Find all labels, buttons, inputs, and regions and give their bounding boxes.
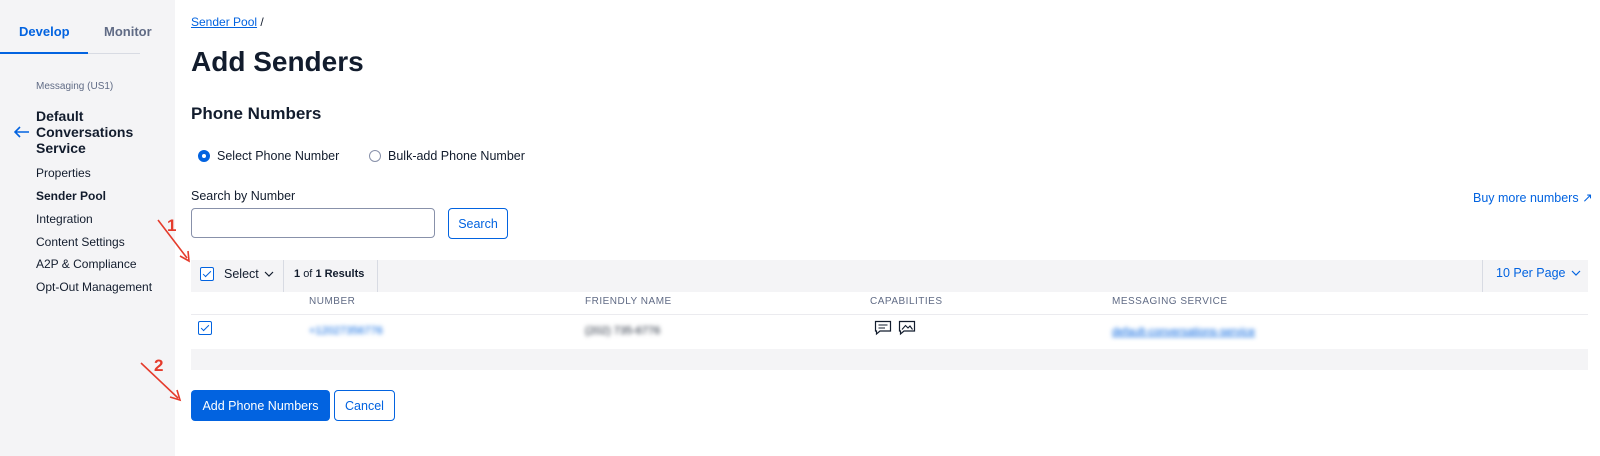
chevron-down-icon: [264, 271, 274, 277]
results-total: 1 Results: [315, 268, 365, 280]
toolbar-divider: [1482, 260, 1483, 292]
row-checkbox[interactable]: [198, 321, 212, 335]
page-title: Add Senders: [191, 46, 364, 77]
active-tab-indicator: [0, 52, 88, 54]
select-dropdown-label: Select: [224, 267, 259, 281]
phone-number-link[interactable]: +12027356776: [309, 325, 383, 337]
search-input[interactable]: [191, 208, 435, 238]
cancel-button[interactable]: Cancel: [334, 390, 395, 421]
per-page-label: 10 Per Page: [1496, 266, 1566, 280]
region-label: Messaging (US1): [36, 81, 114, 92]
radio-label: Select Phone Number: [217, 149, 340, 163]
buy-more-numbers-link[interactable]: Buy more numbers ↗: [1473, 190, 1593, 205]
results-current: 1: [294, 268, 301, 280]
per-page-dropdown[interactable]: 10 Per Page: [1496, 266, 1581, 280]
sidebar-item-integration[interactable]: Integration: [36, 212, 93, 226]
sidebar-item-sender-pool[interactable]: Sender Pool: [36, 189, 106, 203]
select-dropdown[interactable]: Select: [224, 267, 274, 281]
add-phone-numbers-button[interactable]: Add Phone Numbers: [191, 390, 330, 421]
radio-button[interactable]: [369, 150, 381, 162]
sidebar-item-opt-out[interactable]: Opt-Out Management: [36, 280, 152, 294]
sidebar-item-content-settings[interactable]: Content Settings: [36, 235, 125, 249]
messaging-service-link[interactable]: default-conversations-service: [1112, 326, 1255, 338]
toolbar-divider: [377, 260, 378, 292]
radio-label: Bulk-add Phone Number: [388, 149, 525, 163]
table-footer: [191, 349, 1588, 370]
column-header-number: NUMBER: [309, 296, 356, 307]
breadcrumb: Sender Pool /: [191, 15, 264, 29]
chevron-down-icon: [1571, 270, 1580, 276]
sidebar-item-a2p-compliance[interactable]: A2P & Compliance: [36, 257, 137, 271]
select-all-checkbox[interactable]: [200, 267, 214, 281]
back-arrow-icon[interactable]: [14, 126, 30, 138]
results-of: of: [303, 268, 313, 280]
radio-button-checked[interactable]: [198, 150, 210, 162]
radio-bulk-add[interactable]: Bulk-add Phone Number: [369, 147, 525, 165]
toolbar-divider: [283, 260, 284, 292]
column-header-messaging-service: MESSAGING SERVICE: [1112, 296, 1228, 307]
table-toolbar: [191, 260, 1588, 292]
column-header-capabilities: CAPABILITIES: [870, 296, 943, 307]
sms-icon: [874, 320, 892, 336]
breadcrumb-separator: /: [257, 15, 264, 29]
service-title: Default Conversations Service: [36, 108, 134, 156]
friendly-name: (202) 735-6776: [585, 325, 661, 337]
tab-monitor[interactable]: Monitor: [104, 24, 152, 39]
search-label: Search by Number: [191, 189, 296, 203]
annotation-arrow-1-icon: [157, 219, 190, 263]
sidebar-item-properties[interactable]: Properties: [36, 166, 91, 180]
annotation-arrow-2-icon: [140, 362, 182, 402]
section-title: Phone Numbers: [191, 104, 322, 123]
breadcrumb-sender-pool-link[interactable]: Sender Pool: [191, 15, 257, 29]
search-button[interactable]: Search: [448, 208, 508, 239]
column-header-friendly-name: FRIENDLY NAME: [585, 296, 672, 307]
mms-icon: [898, 320, 916, 336]
sidebar-tabs: Develop Monitor: [0, 0, 152, 54]
tab-develop[interactable]: Develop: [19, 24, 70, 39]
radio-select-phone-number[interactable]: Select Phone Number: [198, 147, 339, 165]
results-count: 1 of 1 Results: [294, 268, 364, 280]
